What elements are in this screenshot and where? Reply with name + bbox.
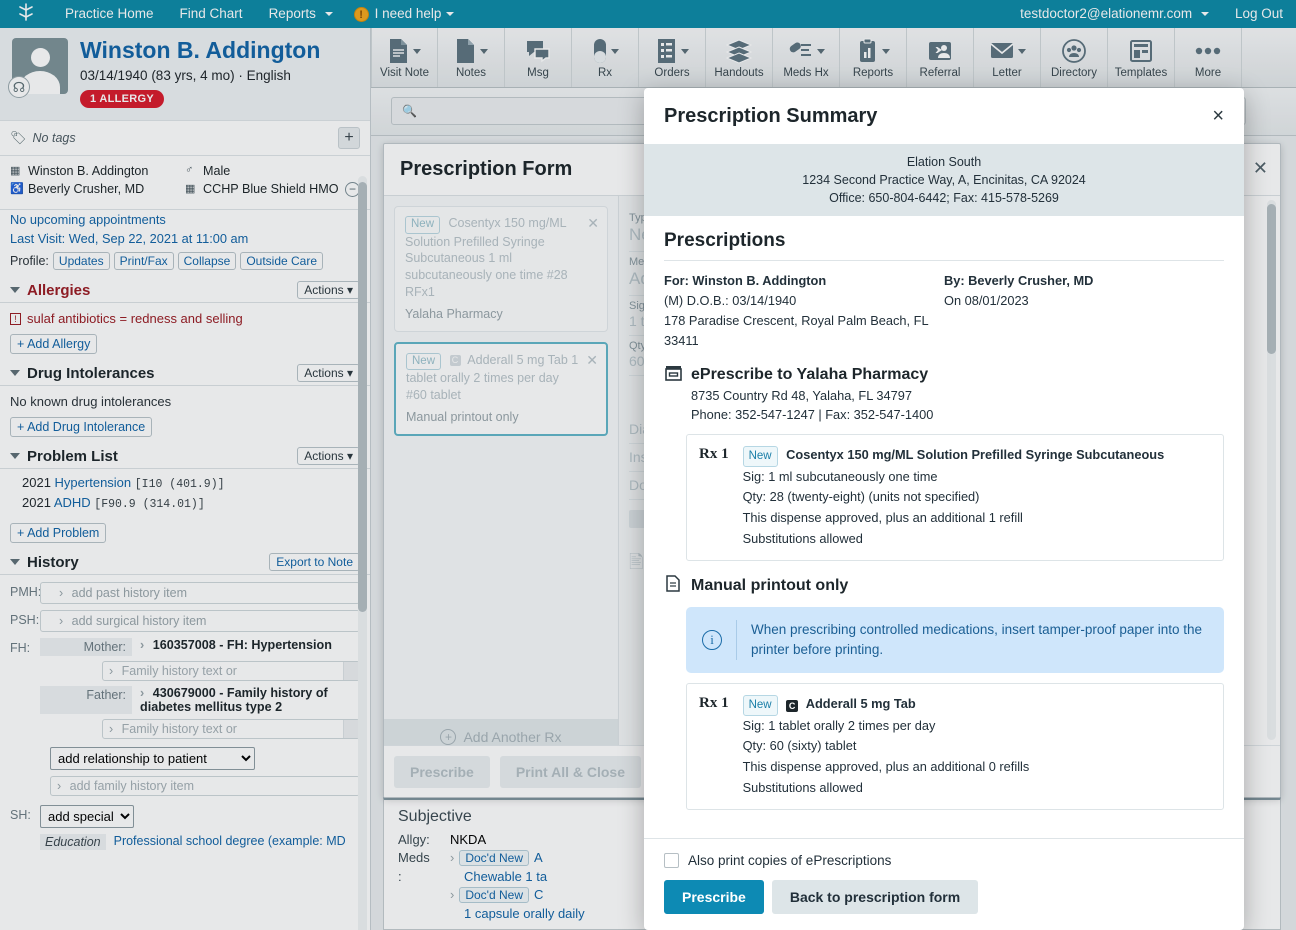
prescription-summary-modal: Prescription Summary × Elation South 123… bbox=[644, 88, 1244, 930]
rx-detail: New Cosentyx 150 mg/ML Solution Prefille… bbox=[742, 445, 1165, 550]
practice-address: 1234 Second Practice Way, A, Encinitas, … bbox=[802, 173, 1086, 188]
info-callout: i When prescribing controlled medication… bbox=[686, 606, 1224, 674]
address-line: 178 Paradise Crescent, Royal Palm Beach,… bbox=[664, 313, 929, 348]
rx-dispense: This dispense approved, plus an addition… bbox=[742, 510, 1023, 526]
eprescribe-section-header: ePrescribe to Yalaha Pharmacy bbox=[664, 365, 1224, 386]
rx-medication-name: Adderall 5 mg Tab bbox=[805, 696, 916, 712]
rx-qty: Qty: 60 (sixty) tablet bbox=[742, 738, 857, 754]
modal-button-row: Prescribe Back to prescription form bbox=[664, 880, 1224, 914]
rx-sig: Sig: 1 ml subcutaneously one time bbox=[742, 468, 938, 484]
back-to-prescription-form-button[interactable]: Back to prescription form bbox=[771, 880, 979, 914]
divider bbox=[664, 260, 1224, 262]
practice-info-band: Elation South 1234 Second Practice Way, … bbox=[644, 144, 1244, 217]
application-root: Practice Home Find Chart Reports ! I nee… bbox=[0, 0, 1296, 930]
eprescribe-title: ePrescribe to Yalaha Pharmacy bbox=[691, 366, 929, 384]
practice-contact: Office: 650-804-6442; Fax: 415-578-5269 bbox=[829, 191, 1059, 206]
rx-detail: New C Adderall 5 mg Tab Sig: 1 tablet or… bbox=[742, 694, 1030, 799]
rx-substitutions: Substitutions allowed bbox=[742, 779, 863, 795]
manual-printout-title: Manual printout only bbox=[691, 576, 849, 594]
print-copies-checkbox[interactable] bbox=[664, 853, 679, 868]
rx-summary-box: Rx 1 New C Adderall 5 mg Tab Sig: 1 tabl… bbox=[686, 683, 1224, 810]
modal-title: Prescription Summary bbox=[664, 104, 878, 127]
print-copies-row: Also print copies of ePrescriptions bbox=[664, 853, 1224, 868]
practice-name: Elation South bbox=[906, 155, 982, 169]
eprescribe-section: ePrescribe to Yalaha Pharmacy 8735 Count… bbox=[664, 365, 1224, 561]
pharmacy-store-icon bbox=[664, 365, 682, 386]
prescriptions-heading: Prescriptions bbox=[664, 230, 786, 252]
patient-provider-block: For: Winston B. Addington (M) D.O.B.: 03… bbox=[664, 271, 1224, 350]
manual-printout-section: Manual printout only i When prescribing … bbox=[664, 574, 1224, 810]
document-icon bbox=[664, 574, 682, 597]
modal-body: Prescriptions For: Winston B. Addington … bbox=[644, 216, 1244, 838]
provider-column: By: Beverly Crusher, MD On 08/01/2023 bbox=[944, 271, 1224, 350]
dob-line: (M) D.O.B.: 03/14/1940 bbox=[664, 293, 797, 309]
new-badge: New bbox=[742, 695, 778, 716]
rx-number: Rx 1 bbox=[699, 446, 729, 463]
rx-sig: Sig: 1 tablet orally 2 times per day bbox=[742, 717, 936, 733]
rx-number: Rx 1 bbox=[699, 695, 729, 712]
rx-dispense: This dispense approved, plus an addition… bbox=[742, 759, 1030, 775]
pharmacy-address: 8735 Country Rd 48, Yalaha, FL 34797 bbox=[691, 387, 913, 403]
close-icon[interactable]: × bbox=[1212, 106, 1224, 126]
info-icon: i bbox=[702, 629, 722, 650]
prescribe-button[interactable]: Prescribe bbox=[664, 880, 764, 914]
modal-footer: Also print copies of ePrescriptions Pres… bbox=[644, 838, 1244, 930]
rx-qty: Qty: 28 (twenty-eight) (units not specif… bbox=[742, 489, 980, 505]
manual-printout-section-header: Manual printout only bbox=[664, 574, 1224, 597]
rx-medication-name: Cosentyx 150 mg/ML Solution Prefilled Sy… bbox=[786, 447, 1165, 463]
by-line: By: Beverly Crusher, MD bbox=[944, 273, 1094, 289]
patient-column: For: Winston B. Addington (M) D.O.B.: 03… bbox=[664, 271, 944, 350]
rx-summary-box: Rx 1 New Cosentyx 150 mg/ML Solution Pre… bbox=[686, 434, 1224, 561]
for-line: For: Winston B. Addington bbox=[664, 273, 827, 289]
rx-substitutions: Substitutions allowed bbox=[742, 530, 863, 546]
modal-header: Prescription Summary × bbox=[644, 88, 1244, 144]
info-callout-text: When prescribing controlled medications,… bbox=[736, 619, 1208, 661]
new-badge: New bbox=[742, 446, 778, 467]
print-copies-label: Also print copies of ePrescriptions bbox=[688, 853, 892, 868]
controlled-substance-icon: C bbox=[786, 700, 799, 713]
pharmacy-contact: Phone: 352-547-1247 | Fax: 352-547-1400 bbox=[691, 406, 934, 422]
on-line: On 08/01/2023 bbox=[944, 293, 1029, 309]
